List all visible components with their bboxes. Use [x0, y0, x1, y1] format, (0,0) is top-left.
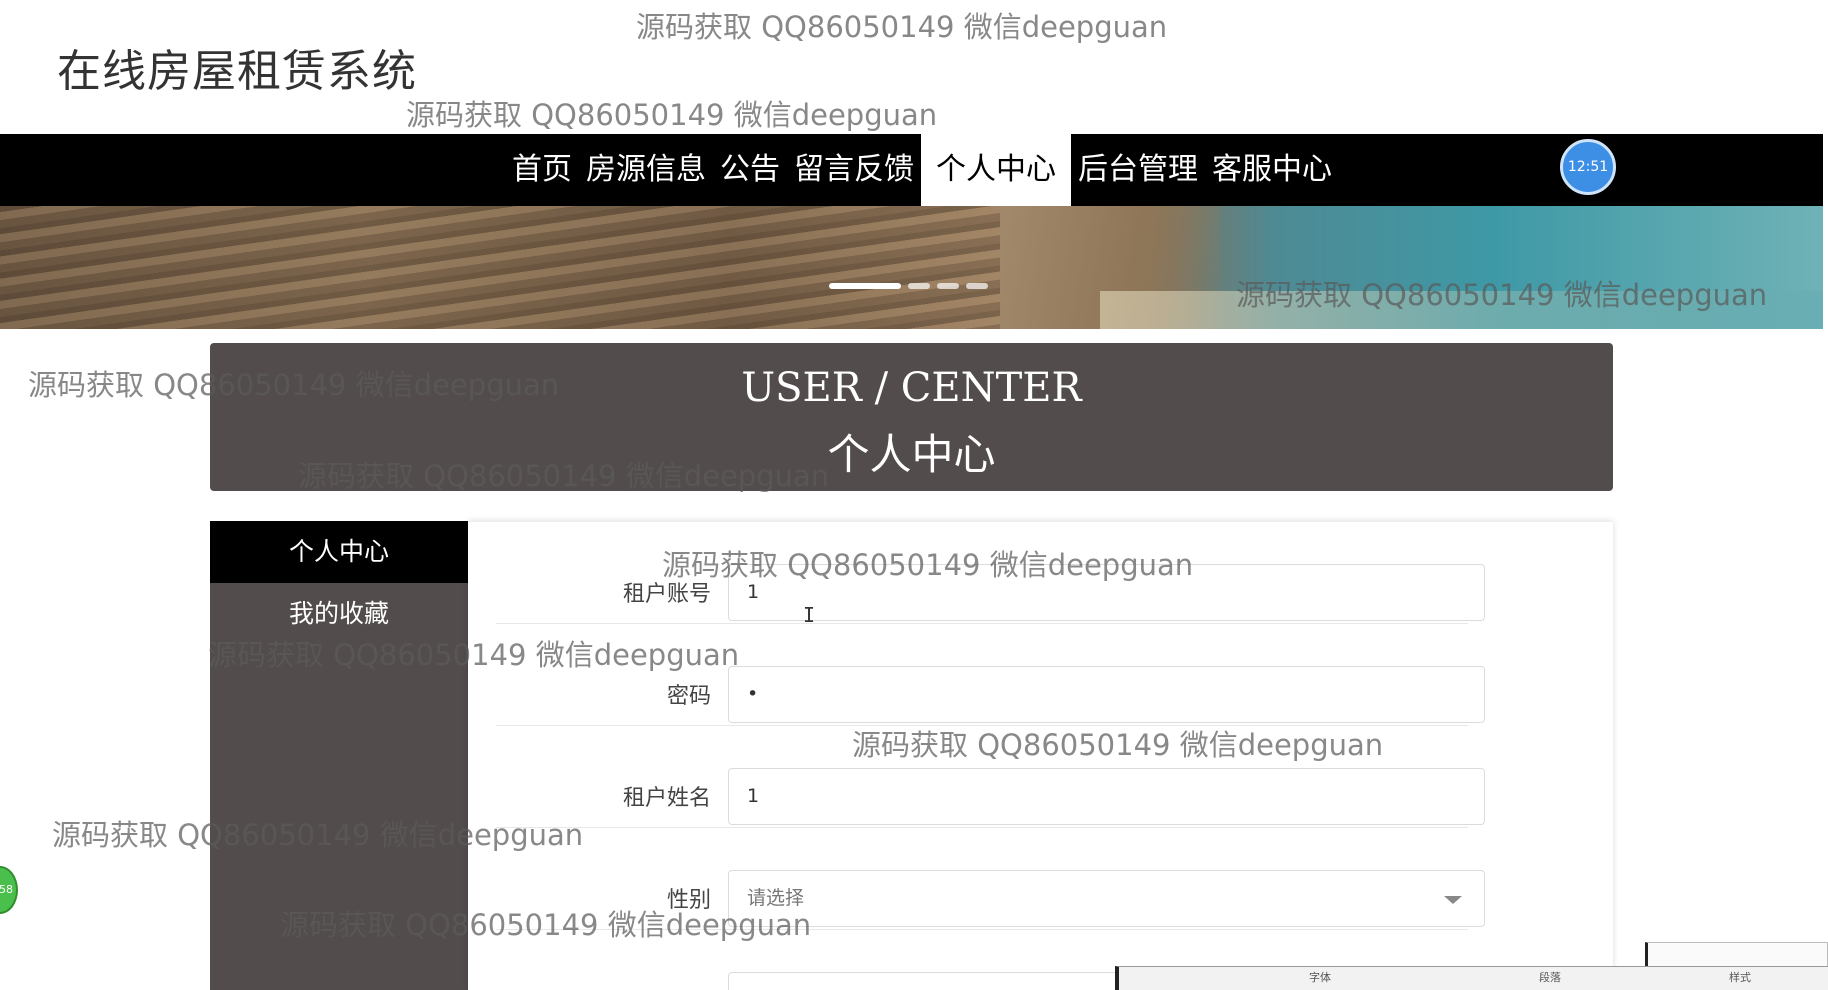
nav-listings[interactable]: 房源信息: [579, 134, 713, 206]
password-input[interactable]: •: [728, 666, 1485, 723]
gender-select-value: 请选择: [747, 887, 805, 909]
name-label: 租户姓名: [622, 786, 711, 811]
watermark: 源码获取 QQ86050149 微信deepguan: [636, 10, 1168, 44]
nav-customer-service[interactable]: 客服中心: [1205, 134, 1339, 206]
page-header-en: USER / CENTER: [741, 365, 1082, 411]
nav-admin[interactable]: 后台管理: [1071, 134, 1205, 206]
nav-home[interactable]: 首页: [505, 134, 579, 206]
text-cursor-icon: I: [803, 603, 816, 627]
toolbar-paragraph-label: 段落: [1539, 971, 1561, 984]
gender-label: 性别: [666, 888, 711, 913]
watermark: 源码获取 QQ86050149 微信deepguan: [406, 98, 938, 132]
carousel-dot-4[interactable]: [966, 283, 988, 289]
nav-announcements[interactable]: 公告: [713, 134, 787, 206]
floating-badge[interactable]: 58: [0, 866, 18, 914]
form-row-name: 租户姓名 1: [496, 726, 1485, 828]
toolbar-font-label: 字体: [1309, 971, 1331, 984]
main-navbar: 首页 房源信息 公告 留言反馈 个人中心 后台管理 客服中心: [0, 134, 1823, 206]
form-row-password: 密码 •: [496, 624, 1485, 726]
carousel-dot-3[interactable]: [937, 283, 959, 289]
chevron-down-icon: [1444, 896, 1462, 904]
form-row-account: 租户账号 1: [496, 522, 1485, 624]
page-header-zh: 个人中心: [827, 430, 996, 479]
site-title: 在线房屋租赁系统: [57, 46, 417, 97]
toolbar-style-label: 样式: [1729, 971, 1751, 984]
carousel-dot-1[interactable]: [829, 283, 901, 289]
sidebar-item-user-center[interactable]: 个人中心: [210, 521, 468, 583]
gender-select[interactable]: 请选择: [728, 870, 1485, 927]
banner-rock-texture: [0, 206, 1010, 329]
overlay-window[interactable]: [1645, 942, 1828, 968]
nav-feedback[interactable]: 留言反馈: [787, 134, 921, 206]
page-header: USER / CENTER 个人中心: [210, 343, 1613, 491]
editor-toolbar-strip: 字体 段落 样式: [1115, 966, 1828, 990]
banner-carousel: [0, 206, 1823, 329]
nav-items: 首页 房源信息 公告 留言反馈 个人中心 后台管理 客服中心: [505, 134, 1339, 206]
sidebar-item-favorites[interactable]: 我的收藏: [210, 583, 468, 645]
account-input[interactable]: 1: [728, 564, 1485, 621]
carousel-dot-2[interactable]: [908, 283, 930, 289]
form-row-gender: 性别 请选择: [496, 828, 1485, 930]
banner-sea: [1100, 291, 1823, 329]
password-label: 密码: [666, 684, 711, 709]
name-input[interactable]: 1: [728, 768, 1485, 825]
account-label: 租户账号: [622, 582, 711, 607]
nav-user-center[interactable]: 个人中心: [921, 134, 1071, 206]
carousel-indicators: [829, 283, 988, 289]
profile-form: 租户账号 1 密码 • 租户姓名 1 性别 请选择: [468, 521, 1613, 990]
user-sidebar: 个人中心 我的收藏: [210, 521, 468, 990]
clock-widget[interactable]: 12:51: [1560, 139, 1616, 195]
